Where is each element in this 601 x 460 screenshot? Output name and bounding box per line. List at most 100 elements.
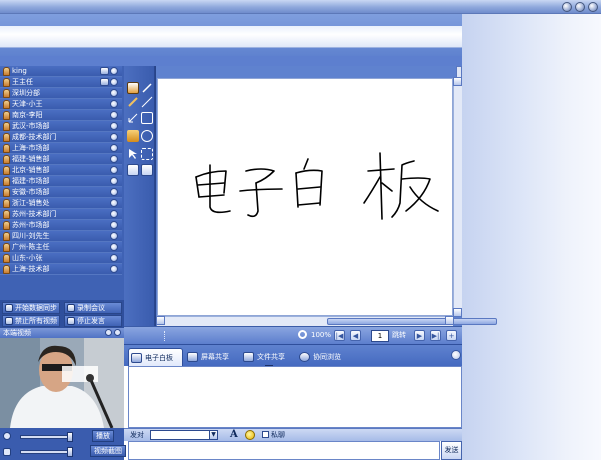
pen-icon[interactable] [141,82,153,94]
user-name: 上海-技术部 [12,265,50,273]
user-list-item[interactable]: 安徽-市场部 [0,187,122,198]
status-icon[interactable] [110,133,118,141]
arrow-line-icon[interactable] [127,112,139,124]
status-icon[interactable] [110,221,118,229]
status-icon[interactable] [110,67,118,75]
eraser-icon[interactable] [127,82,139,94]
video-snapshot-button[interactable]: 视频截图 [90,445,126,457]
status-icon[interactable] [110,188,118,196]
status-icon[interactable] [110,78,118,86]
data-sync-button[interactable]: 开始数据同步 [2,302,60,314]
status-icon[interactable] [110,122,118,130]
select-icon[interactable] [127,148,139,160]
stop-speaking-button[interactable]: 停止发言 [64,315,122,327]
user-list-item[interactable]: 成都-技术部门 [0,132,122,143]
scroll-down-button[interactable] [453,308,462,317]
new-page-icon[interactable]: + [446,330,457,341]
user-list-item[interactable]: 苏州-技术部门 [0,209,122,220]
last-page-icon[interactable]: ▶| [430,330,441,341]
chevron-down-icon[interactable]: ▼ [209,431,217,439]
scroll-right-button[interactable] [445,316,454,325]
user-list-item[interactable]: 福建-市场部 [0,176,122,187]
jump-button[interactable]: 跳转 [392,330,406,341]
line-icon[interactable] [141,96,153,108]
status-icon[interactable] [110,210,118,218]
font-icon[interactable]: A [230,429,238,441]
mic-volume-handle[interactable] [67,447,73,457]
user-list-item[interactable]: 山东-小张 [0,253,122,264]
mic-volume-slider[interactable] [20,447,73,457]
status-icon[interactable] [110,144,118,152]
whiteboard-canvas[interactable] [157,78,453,316]
private-chat-checkbox[interactable] [262,431,269,438]
record-meeting-button[interactable]: 录制会议 [64,302,122,314]
user-list-item[interactable]: 四川-刘先生 [0,231,122,242]
chat-target-select[interactable]: ▼ [150,430,218,440]
mute-all-video-button[interactable]: 禁止所有视频 [2,315,60,327]
status-icon[interactable] [110,155,118,163]
user-list-item[interactable]: 南京-李阳 [0,110,122,121]
play-button[interactable]: 播放 [92,430,114,442]
user-list-item[interactable]: 广州-陈主任 [0,242,122,253]
scroll-up-button[interactable] [453,77,462,86]
camera-icon[interactable] [100,67,109,75]
user-list-item[interactable]: 上海-技术部 [0,264,122,275]
horizontal-scroll-thumb[interactable] [327,318,497,325]
scroll-left-button[interactable] [156,316,165,325]
speaker-volume-slider[interactable] [20,432,73,442]
user-list-item[interactable]: 福建-销售部 [0,154,122,165]
status-icon[interactable] [110,243,118,251]
status-icon[interactable] [110,89,118,97]
header-strip [0,26,462,48]
send-button[interactable]: 发送 [441,441,462,460]
page-number-input[interactable]: 1 [371,330,389,342]
emoji-icon[interactable] [245,430,255,440]
drawing-toolbar [124,66,155,326]
close-button[interactable] [588,2,598,12]
fill-icon[interactable] [127,130,139,142]
text-tool-icon[interactable] [141,164,153,176]
top-band [0,14,462,56]
user-list-item[interactable]: 北京-销售部 [0,165,122,176]
tab-screen-share[interactable]: 屏幕共享 [185,348,240,366]
image-icon[interactable] [127,164,139,176]
user-list-item[interactable]: 浙江-销售处 [0,198,122,209]
first-page-icon[interactable]: |◀ [334,330,345,341]
maximize-button[interactable] [575,2,585,12]
status-icon[interactable] [110,265,118,273]
status-icon[interactable] [110,177,118,185]
camera-icon[interactable] [100,78,109,86]
status-icon[interactable] [110,254,118,262]
tab-file-share[interactable]: 文件共享 [241,348,296,368]
user-list-item[interactable]: 苏州-市场部 [0,220,122,231]
next-page-icon[interactable]: ▶ [414,330,425,341]
status-icon[interactable] [110,232,118,240]
user-list-item[interactable]: 王主任 [0,77,122,88]
status-icon[interactable] [110,199,118,207]
status-icon[interactable] [110,166,118,174]
prev-page-icon[interactable]: ◀ [350,330,361,341]
status-icon[interactable] [110,111,118,119]
video-close-button[interactable] [114,329,121,336]
status-icon[interactable] [110,100,118,108]
canvas-horizontal-scrollbar[interactable] [156,316,497,326]
brush-icon[interactable] [127,96,139,108]
region-select-icon[interactable] [141,148,153,160]
chat-input[interactable] [128,441,440,460]
user-list-item[interactable]: 武汉-市场部 [0,121,122,132]
tab-more-button[interactable] [451,350,461,360]
user-list-item[interactable]: 上海-市场部 [0,143,122,154]
video-settings-button[interactable] [105,329,112,336]
ellipse-icon[interactable] [141,130,153,142]
user-list-item[interactable]: king [0,66,122,77]
minimize-button[interactable] [562,2,572,12]
speaker-volume-handle[interactable] [67,432,73,442]
tab-whiteboard[interactable]: 电子白板 [128,348,183,366]
user-list-item[interactable]: 深圳分部 [0,88,122,99]
canvas-vertical-scrollbar[interactable] [453,77,462,317]
user-list-item[interactable]: 天津-小王 [0,99,122,110]
zoom-icon[interactable] [298,330,307,339]
tab-co-browse[interactable]: 协同浏览 [297,348,352,366]
rectangle-icon[interactable] [141,112,153,124]
user-icon [3,265,10,274]
